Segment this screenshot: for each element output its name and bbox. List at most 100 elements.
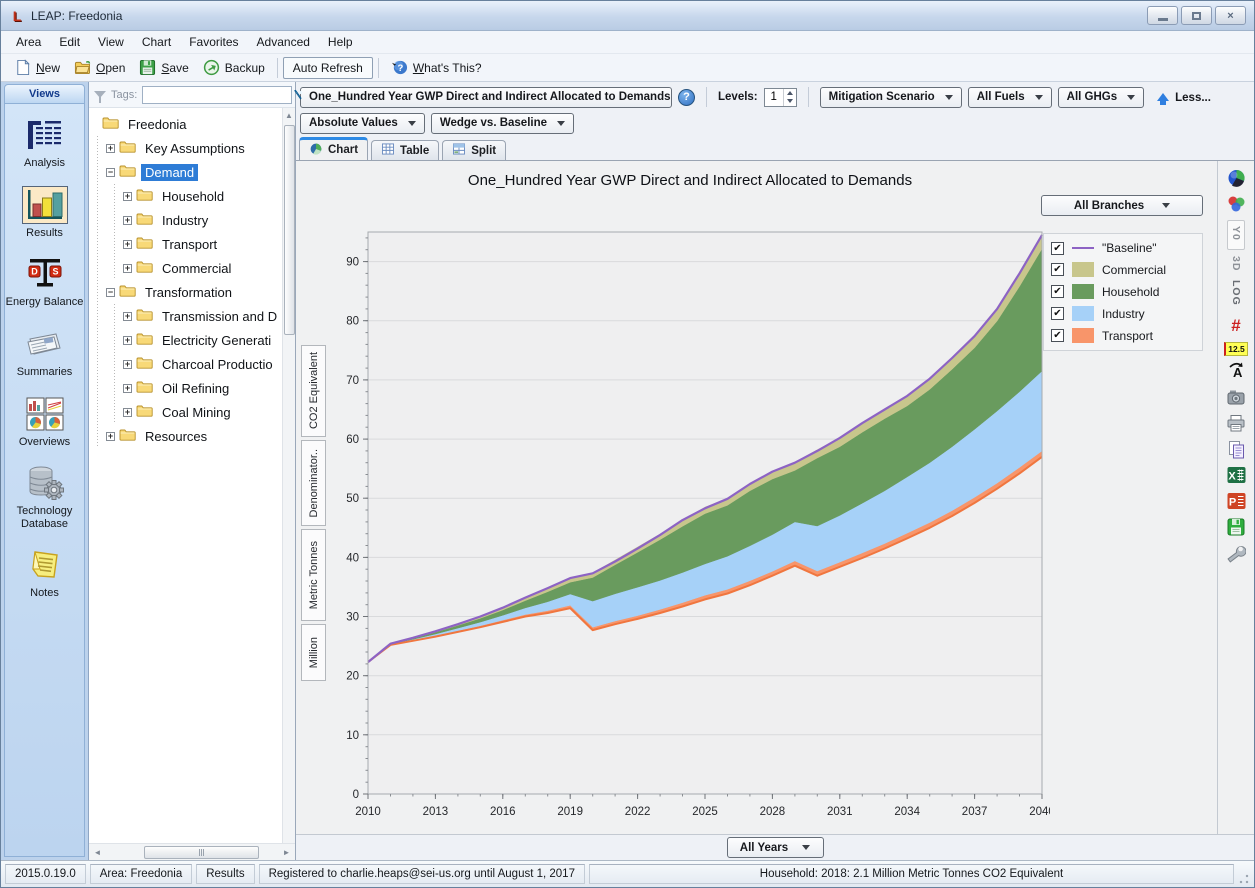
collapse-icon[interactable]: − (106, 168, 115, 177)
svg-text:50: 50 (346, 493, 359, 505)
tags-input[interactable] (142, 86, 292, 104)
restore-button[interactable] (1181, 6, 1212, 25)
y-unit-box[interactable]: Million (301, 624, 326, 681)
expand-icon[interactable]: + (123, 408, 132, 417)
rotate-labels-icon[interactable]: A (1225, 361, 1247, 381)
branches-dropdown[interactable]: All Branches (1041, 195, 1203, 216)
menu-item-edit[interactable]: Edit (50, 32, 89, 52)
scroll-up-arrow[interactable]: ▲ (283, 108, 296, 123)
sidebar-item-analysis[interactable]: Analysis (4, 116, 85, 170)
tree-item-transport[interactable]: Transport (158, 236, 221, 253)
years-dropdown[interactable]: All Years (727, 837, 824, 858)
sidebar-item-results[interactable]: Results (4, 186, 85, 240)
close-button[interactable]: × (1215, 6, 1246, 25)
menu-item-area[interactable]: Area (7, 32, 50, 52)
chart-mode-dropdown[interactable]: Wedge vs. Baseline (431, 113, 574, 134)
fuels-dropdown[interactable]: All Fuels (968, 87, 1052, 108)
tree-item-household[interactable]: Household (158, 188, 228, 205)
less-options-button[interactable]: Less... (1150, 88, 1218, 106)
tree-item-transmission-and-d[interactable]: Transmission and D (158, 308, 281, 325)
decimals-toggle[interactable]: 12.5 (1224, 341, 1248, 355)
legend-checkbox[interactable]: ✔ (1051, 242, 1064, 255)
minimize-button[interactable] (1147, 6, 1178, 25)
tree-item-demand[interactable]: Demand (141, 164, 198, 181)
tree-item-coal-mining[interactable]: Coal Mining (158, 404, 235, 421)
expand-icon[interactable]: + (106, 144, 115, 153)
tree-item-charcoal-productio[interactable]: Charcoal Productio (158, 356, 277, 373)
chart-colors-icon[interactable] (1225, 194, 1247, 214)
toolbar-new-button[interactable]: New (7, 56, 67, 79)
toolbar-backup-button[interactable]: Backup (196, 56, 272, 79)
levels-spinner[interactable]: 1 (764, 88, 797, 107)
expand-icon[interactable]: + (123, 360, 132, 369)
spinner-down-icon[interactable] (784, 97, 796, 106)
gridlines-toggle[interactable]: # (1225, 315, 1247, 335)
result-variable-dropdown[interactable]: One_Hundred Year GWP Direct and Indirect… (300, 87, 672, 108)
chart-type-pie-icon[interactable] (1225, 168, 1247, 188)
expand-icon[interactable]: + (123, 264, 132, 273)
menu-item-advanced[interactable]: Advanced (248, 32, 319, 52)
expand-icon[interactable]: + (123, 384, 132, 393)
help-icon[interactable]: ? (678, 89, 695, 106)
tree-item-industry[interactable]: Industry (158, 212, 212, 229)
tree-item-resources[interactable]: Resources (141, 428, 211, 445)
toolbar-auto-refresh-button[interactable]: Auto Refresh (283, 57, 373, 79)
legend-checkbox[interactable]: ✔ (1051, 263, 1064, 276)
ghgs-dropdown[interactable]: All GHGs (1058, 87, 1144, 108)
menu-item-help[interactable]: Help (319, 32, 362, 52)
expand-icon[interactable]: + (123, 312, 132, 321)
legend-checkbox[interactable]: ✔ (1051, 285, 1064, 298)
toolbar-whats-this-button[interactable]: ?What's This? (384, 56, 489, 79)
tab-split[interactable]: Split (442, 140, 506, 160)
save-chart-icon[interactable] (1225, 517, 1247, 537)
legend-checkbox[interactable]: ✔ (1051, 329, 1064, 342)
y-unit-box[interactable]: Denominator.. (301, 440, 326, 526)
expand-icon[interactable]: + (123, 192, 132, 201)
scroll-left-arrow[interactable]: ◄ (91, 845, 104, 860)
export-excel-icon[interactable]: X (1225, 465, 1247, 485)
chart-settings-icon[interactable] (1225, 543, 1247, 563)
sidebar-item-overviews[interactable]: Overviews (4, 395, 85, 449)
collapse-icon[interactable]: − (106, 288, 115, 297)
scroll-right-arrow[interactable]: ► (280, 845, 293, 860)
y-axis-zero-toggle[interactable]: Y0 (1227, 220, 1245, 250)
tree-item-oil-refining[interactable]: Oil Refining (158, 380, 233, 397)
tree-vertical-scrollbar[interactable]: ▲ (282, 108, 295, 843)
tree-item-commercial[interactable]: Commercial (158, 260, 235, 277)
resize-grip[interactable] (1238, 873, 1250, 885)
log-scale-toggle[interactable]: LOG (1230, 280, 1242, 309)
expand-icon[interactable]: + (123, 336, 132, 345)
export-powerpoint-icon[interactable]: P (1225, 491, 1247, 511)
sidebar-item-energy-balance[interactable]: DSEnergy Balance (4, 255, 85, 309)
toolbar-save-button[interactable]: Save (132, 56, 195, 79)
horizontal-scroll-thumb[interactable] (144, 846, 259, 859)
print-chart-icon[interactable] (1225, 413, 1247, 433)
scenario-dropdown[interactable]: Mitigation Scenario (820, 87, 962, 108)
menu-item-view[interactable]: View (89, 32, 133, 52)
tab-table[interactable]: Table (371, 140, 439, 160)
values-mode-dropdown[interactable]: Absolute Values (300, 113, 425, 134)
tree-item-freedonia[interactable]: Freedonia (124, 116, 191, 133)
menu-item-chart[interactable]: Chart (133, 32, 180, 52)
tree-item-electricity-generati[interactable]: Electricity Generati (158, 332, 275, 349)
copy-image-icon[interactable] (1225, 387, 1247, 407)
y-unit-box[interactable]: CO2 Equivalent (301, 345, 326, 437)
copy-data-icon[interactable] (1225, 439, 1247, 459)
menu-item-favorites[interactable]: Favorites (180, 32, 247, 52)
y-unit-box[interactable]: Metric Tonnes (301, 529, 326, 621)
legend-checkbox[interactable]: ✔ (1051, 307, 1064, 320)
three-d-toggle[interactable]: 3D (1230, 256, 1242, 274)
toolbar-open-button[interactable]: Open (67, 56, 132, 79)
tree-item-transformation[interactable]: Transformation (141, 284, 236, 301)
sidebar-item-technology-database[interactable]: Technology Database (4, 464, 85, 530)
tree-item-key-assumptions[interactable]: Key Assumptions (141, 140, 249, 157)
spinner-up-icon[interactable] (784, 89, 796, 98)
sidebar-item-notes[interactable]: Notes (4, 546, 85, 600)
expand-icon[interactable]: + (106, 432, 115, 441)
tree-horizontal-scrollbar[interactable]: ◄ ► (89, 843, 295, 860)
sidebar-item-summaries[interactable]: Summaries (4, 325, 85, 379)
tab-chart[interactable]: Chart (299, 137, 368, 160)
expand-icon[interactable]: + (123, 216, 132, 225)
expand-icon[interactable]: + (123, 240, 132, 249)
vertical-scroll-thumb[interactable] (284, 125, 295, 335)
